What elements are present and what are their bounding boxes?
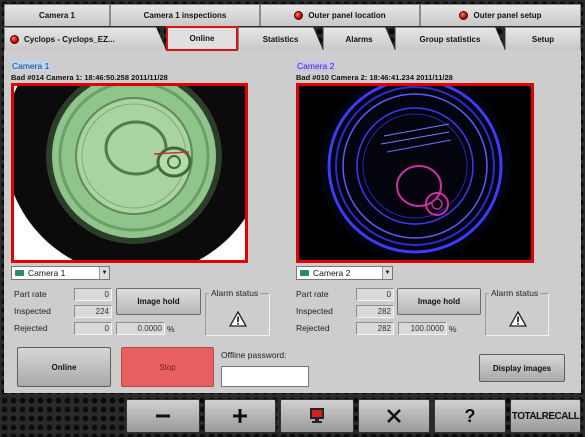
tab-label: Outer panel setup bbox=[473, 11, 542, 20]
camera-2-part-rate: 0 bbox=[356, 288, 394, 301]
zoom-in-button[interactable] bbox=[204, 399, 276, 433]
rejected-label: Rejected bbox=[296, 323, 330, 333]
camera-2-selector-value: Camera 2 bbox=[313, 268, 351, 278]
tab-camera-1-inspections[interactable]: Camera 1 inspections bbox=[110, 4, 260, 26]
camera-1-reject-percent: 0.0000 bbox=[116, 322, 165, 335]
display-images-label: Display images bbox=[492, 363, 552, 373]
camera-2-image-hold-button[interactable]: Image hold bbox=[397, 288, 481, 315]
camera-1-rejected: 0 bbox=[74, 322, 112, 335]
inspected-label: Inspected bbox=[14, 306, 51, 316]
tab-camera-1[interactable]: Camera 1 bbox=[4, 4, 110, 26]
status-dot-icon bbox=[459, 11, 469, 20]
tab-group-statistics[interactable]: Group statistics bbox=[395, 27, 505, 50]
chevron-down-icon: ▼ bbox=[382, 267, 392, 279]
camera-1-image[interactable] bbox=[11, 83, 248, 263]
camera-1-inspected: 224 bbox=[74, 305, 112, 318]
online-button[interactable]: Online bbox=[17, 347, 111, 387]
minus-icon bbox=[156, 414, 170, 418]
monitor-button[interactable] bbox=[280, 399, 354, 433]
tab-label: Camera 1 inspections bbox=[143, 11, 227, 20]
stop-button[interactable]: Stop bbox=[121, 347, 214, 387]
stop-button-label: Stop bbox=[159, 362, 176, 372]
camera-1-part-rate: 0 bbox=[74, 288, 112, 301]
camera-1-selector-value: Camera 1 bbox=[28, 268, 66, 278]
camera-2-info: Bad #010 Camera 2: 18:46:41.234 2011/11/… bbox=[296, 73, 453, 82]
camera-1-can-image bbox=[14, 86, 245, 260]
camera-2-reject-percent: 100.0000 bbox=[398, 322, 447, 335]
tab-label: Statistics bbox=[262, 34, 299, 44]
camera-2-can-image bbox=[299, 86, 531, 260]
warning-icon bbox=[509, 311, 527, 327]
camera-2-image[interactable] bbox=[296, 83, 534, 263]
camera-2-inspected: 282 bbox=[356, 305, 394, 318]
camera-icon bbox=[15, 270, 24, 276]
total-recall-logo: TOTALRECALL bbox=[510, 399, 581, 433]
camera-1-info: Bad #014 Camera 1: 18:46:50.258 2011/11/… bbox=[11, 73, 168, 82]
tab-setup[interactable]: Setup bbox=[505, 27, 581, 50]
monitor-icon bbox=[310, 408, 324, 423]
camera-1-image-hold-button[interactable]: Image hold bbox=[116, 288, 201, 315]
plus-icon bbox=[233, 409, 247, 423]
display-images-button[interactable]: Display images bbox=[479, 354, 565, 382]
part-rate-label: Part rate bbox=[14, 289, 47, 299]
image-hold-label: Image hold bbox=[417, 297, 461, 306]
zoom-out-button[interactable] bbox=[126, 399, 200, 433]
brand-text: TOTALRECALL bbox=[511, 410, 580, 422]
online-button-label: Online bbox=[51, 362, 77, 372]
camera-1-selector[interactable]: Camera 1 ▼ bbox=[11, 266, 110, 280]
tab-project[interactable]: Cyclops - Cyclops_EZ... bbox=[4, 27, 166, 50]
warning-icon bbox=[229, 311, 247, 327]
tab-outer-panel-setup[interactable]: Outer panel setup bbox=[420, 4, 581, 26]
status-dot-icon bbox=[294, 11, 304, 20]
help-icon: ? bbox=[464, 405, 476, 426]
camera-icon bbox=[300, 270, 309, 276]
close-icon bbox=[387, 409, 401, 423]
status-dot-icon bbox=[10, 35, 19, 44]
percent-sign: % bbox=[167, 324, 175, 334]
tab-label: Camera 1 bbox=[38, 11, 76, 20]
offline-password-label: Offline password: bbox=[221, 350, 287, 360]
inspected-label: Inspected bbox=[296, 306, 333, 316]
part-rate-label: Part rate bbox=[296, 289, 329, 299]
cancel-button[interactable] bbox=[358, 399, 430, 433]
tab-statistics[interactable]: Statistics bbox=[238, 27, 323, 50]
tab-label: Alarms bbox=[345, 34, 373, 44]
project-label: Cyclops - Cyclops_EZ... bbox=[24, 34, 115, 44]
camera-2-rejected: 282 bbox=[356, 322, 394, 335]
tab-label: Group statistics bbox=[419, 34, 481, 44]
camera-1-title: Camera 1 bbox=[11, 61, 51, 71]
image-hold-label: Image hold bbox=[137, 297, 180, 306]
camera-2-title: Camera 2 bbox=[296, 61, 336, 71]
offline-password-input[interactable] bbox=[221, 366, 309, 387]
tab-online[interactable]: Online bbox=[166, 26, 238, 51]
tab-label: Setup bbox=[531, 34, 555, 44]
tab-outer-panel-location[interactable]: Outer panel location bbox=[260, 4, 420, 26]
tab-alarms[interactable]: Alarms bbox=[323, 27, 395, 50]
alarm-status-label: Alarm status bbox=[489, 288, 541, 298]
tab-label: Outer panel location bbox=[308, 11, 386, 20]
rejected-label: Rejected bbox=[14, 323, 48, 333]
percent-sign: % bbox=[449, 324, 457, 334]
alarm-status-label: Alarm status bbox=[209, 288, 261, 298]
camera-2-selector[interactable]: Camera 2 ▼ bbox=[296, 266, 393, 280]
chevron-down-icon: ▼ bbox=[99, 267, 109, 279]
help-button[interactable]: ? bbox=[434, 399, 506, 433]
tab-label: Online bbox=[189, 34, 215, 43]
